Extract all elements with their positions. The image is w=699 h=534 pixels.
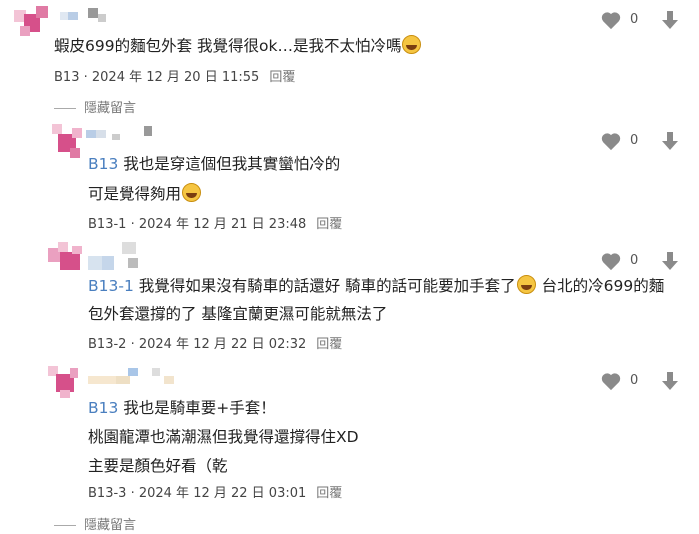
username-blurred[interactable]: [88, 368, 178, 386]
reply-button[interactable]: 回覆: [316, 486, 342, 501]
like-count: 0: [630, 253, 639, 268]
grinning-emoji-icon: [182, 183, 202, 202]
comment-text: 蝦皮699的麵包外套 我覺得很ok…是我不太怕冷嗎: [54, 32, 422, 60]
reply-tag[interactable]: B13: [88, 155, 118, 173]
reply-button[interactable]: 回覆: [269, 70, 295, 85]
comment-meta: B13-1 · 2024 年 12 月 21 日 23:48 回覆: [88, 217, 343, 232]
comment-date: 2024 年 12 月 22 日 03:01: [138, 486, 307, 501]
heart-icon[interactable]: [600, 131, 622, 151]
username-blurred[interactable]: [60, 8, 110, 22]
username-blurred[interactable]: [86, 126, 166, 140]
avatar[interactable]: [52, 124, 86, 160]
username-blurred[interactable]: [88, 242, 148, 272]
comment-text-line-2: 可是覺得夠用: [88, 180, 202, 208]
hide-comment-toggle[interactable]: 隱藏留言: [54, 514, 136, 533]
comment-meta: B13-2 · 2024 年 12 月 22 日 02:32 回覆: [88, 337, 343, 352]
reply-button[interactable]: 回覆: [316, 337, 342, 352]
avatar[interactable]: [14, 6, 52, 38]
comment-date: 2024 年 12 月 20 日 11:55: [91, 70, 260, 85]
hide-comment-toggle[interactable]: 隱藏留言: [54, 97, 136, 116]
comment-id: B13-3: [88, 486, 127, 501]
thumb-down-icon[interactable]: [660, 251, 680, 271]
reply-tag[interactable]: B13-1: [88, 277, 134, 295]
comment-id: B13-2: [88, 337, 127, 352]
thumb-down-icon[interactable]: [660, 131, 680, 151]
reply-button[interactable]: 回覆: [316, 217, 342, 232]
avatar[interactable]: [48, 242, 86, 276]
like-count: 0: [630, 373, 639, 388]
reply-tag[interactable]: B13: [88, 399, 118, 417]
comment-text: B13 我也是穿這個但我其實蠻怕冷的: [88, 155, 341, 173]
avatar[interactable]: [48, 366, 82, 400]
comment-date: 2024 年 12 月 22 日 02:32: [138, 337, 307, 352]
comment-id: B13: [54, 70, 80, 85]
grinning-emoji-icon: [402, 35, 422, 54]
heart-icon[interactable]: [600, 251, 622, 271]
like-count: 0: [630, 133, 639, 148]
grinning-emoji-icon: [516, 275, 536, 294]
comment-text: B13-1 我覺得如果沒有騎車的話還好 騎車的話可能要加手套了 台北的冷699的…: [88, 275, 665, 295]
comment-meta: B13-3 · 2024 年 12 月 22 日 03:01 回覆: [88, 486, 343, 501]
thumb-down-icon[interactable]: [660, 10, 680, 30]
comment-text-line-3: 主要是顏色好看（乾: [88, 457, 228, 475]
heart-icon[interactable]: [600, 10, 622, 30]
comment-id: B13-1: [88, 217, 127, 232]
comment-date: 2024 年 12 月 21 日 23:48: [138, 217, 307, 232]
like-count: 0: [630, 12, 639, 27]
heart-icon[interactable]: [600, 371, 622, 391]
comment-text-line-2: 桃園龍潭也滿潮濕但我覺得還撐得住XD: [88, 428, 359, 446]
comment-text: B13 我也是騎車要+手套！: [88, 399, 276, 417]
comment-meta: B13 · 2024 年 12 月 20 日 11:55 回覆: [54, 70, 296, 85]
comment-text-line-2: 包外套還撐的了 基隆宜蘭更濕可能就無法了: [88, 305, 388, 323]
thumb-down-icon[interactable]: [660, 371, 680, 391]
